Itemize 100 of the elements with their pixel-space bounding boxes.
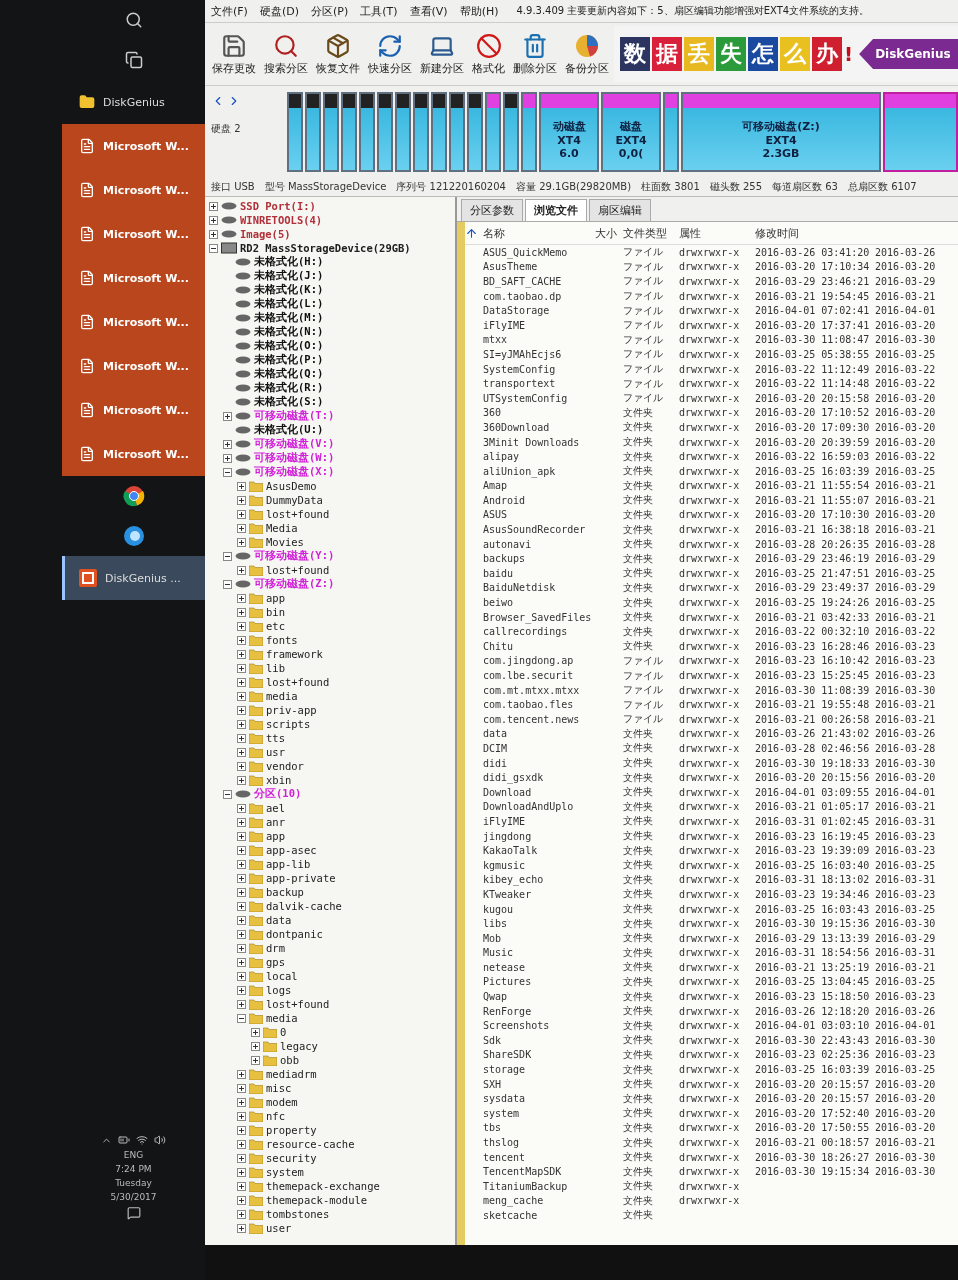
file-name[interactable]: SXH <box>483 1078 595 1090</box>
file-name[interactable]: com.taobao.dp <box>483 290 595 302</box>
tree-item[interactable]: Image(5) <box>240 228 291 240</box>
tree-item[interactable]: misc <box>266 1082 292 1094</box>
expand-icon[interactable] <box>237 663 246 673</box>
collapse-icon[interactable] <box>223 551 232 561</box>
file-name[interactable]: transportext <box>483 378 595 390</box>
file-name[interactable]: 3Minit Downloads <box>483 436 595 448</box>
tree-item[interactable]: 未格式化(J:) <box>254 269 324 283</box>
tab[interactable]: 扇区编辑 <box>589 199 651 221</box>
expand-icon[interactable] <box>237 1139 246 1149</box>
file-name[interactable]: kugou <box>483 903 595 915</box>
toolbar-button[interactable]: 保存更改 <box>209 30 259 78</box>
wifi-icon[interactable] <box>136 1134 148 1146</box>
file-name[interactable]: Screenshots <box>483 1020 595 1032</box>
partition-block[interactable] <box>341 92 357 172</box>
search-icon[interactable] <box>124 11 143 29</box>
taskbar-item[interactable]: Microsoft W... <box>62 300 205 344</box>
expand-icon[interactable] <box>237 747 246 757</box>
expand-icon[interactable] <box>237 775 246 785</box>
tree-item[interactable]: themepack-module <box>266 1194 368 1206</box>
file-name[interactable]: sketcache <box>483 1210 595 1221</box>
file-name[interactable]: Android <box>483 494 595 506</box>
expand-icon[interactable] <box>237 1223 246 1233</box>
file-name[interactable]: backups <box>483 553 595 565</box>
expand-icon[interactable] <box>237 537 246 547</box>
file-name[interactable]: system <box>483 1107 595 1119</box>
toolbar-button[interactable]: 搜索分区 <box>261 30 311 78</box>
file-name[interactable]: Qwap <box>483 991 595 1003</box>
tree-item[interactable]: 未格式化(O:) <box>254 339 324 353</box>
tree-item[interactable]: 分区(10) <box>254 787 302 801</box>
partition-block[interactable] <box>395 92 411 172</box>
file-name[interactable]: com.jingdong.ap <box>483 655 595 667</box>
file-name[interactable]: tbs <box>483 1122 595 1134</box>
tree-item[interactable]: xbin <box>266 774 292 786</box>
file-name[interactable]: jingdong <box>483 830 595 842</box>
tree-item[interactable]: 未格式化(Q:) <box>254 367 324 381</box>
expand-icon[interactable] <box>237 495 246 505</box>
tree-item[interactable]: lost+found <box>266 564 330 576</box>
file-name[interactable]: Amap <box>483 480 595 492</box>
tree-item[interactable]: nfc <box>266 1110 285 1122</box>
tree-item[interactable]: dalvik-cache <box>266 900 342 912</box>
file-name[interactable]: RenForge <box>483 1005 595 1017</box>
tree-item[interactable]: Movies <box>266 536 304 548</box>
partition-block[interactable] <box>431 92 447 172</box>
taskbar-item[interactable]: Microsoft W... <box>62 256 205 300</box>
expand-icon[interactable] <box>237 887 246 897</box>
tree-item[interactable]: lost+found <box>266 508 330 520</box>
taskbar-item[interactable]: Microsoft W... <box>62 344 205 388</box>
expand-icon[interactable] <box>237 761 246 771</box>
tree-item[interactable]: scripts <box>266 718 311 730</box>
tree-item[interactable]: lib <box>266 662 285 674</box>
expand-icon[interactable] <box>237 1083 246 1093</box>
taskbar-item[interactable]: Microsoft W... <box>62 212 205 256</box>
expand-icon[interactable] <box>237 1069 246 1079</box>
tree-item[interactable]: 可移动磁盘(Z:) <box>254 577 335 591</box>
partition-block[interactable]: 磁盘 EXT4 0,0( <box>601 92 661 172</box>
menu-item[interactable]: 帮助(H) <box>459 3 499 19</box>
notification-icon[interactable] <box>126 1206 141 1220</box>
tree-item[interactable]: 未格式化(U:) <box>254 423 324 437</box>
tree-item[interactable]: anr <box>266 816 285 828</box>
expand-icon[interactable] <box>237 929 246 939</box>
up-folder-icon[interactable] <box>465 226 478 240</box>
toolbar-button[interactable]: 删除分区 <box>510 30 560 78</box>
partition-block[interactable] <box>467 92 483 172</box>
file-name[interactable]: com.lbe.securit <box>483 670 595 681</box>
file-name[interactable]: netease <box>483 961 595 973</box>
tree-item[interactable]: mediadrm <box>266 1068 317 1080</box>
expand-icon[interactable] <box>237 593 246 603</box>
file-name[interactable]: Pictures <box>483 976 595 988</box>
file-name[interactable]: didi <box>483 757 595 769</box>
tree-item[interactable]: DummyData <box>266 494 323 506</box>
expand-icon[interactable] <box>237 1181 246 1191</box>
expand-icon[interactable] <box>251 1055 260 1065</box>
file-name[interactable]: KTweaker <box>483 888 595 900</box>
browser-icon[interactable] <box>122 485 145 507</box>
tree-item[interactable]: usr <box>266 746 285 758</box>
partition-block[interactable] <box>323 92 339 172</box>
tree-item[interactable]: obb <box>280 1054 299 1066</box>
partition-block[interactable] <box>449 92 465 172</box>
expand-icon[interactable] <box>237 565 246 575</box>
tree-item[interactable]: app-private <box>266 872 336 884</box>
tree-item[interactable]: RD2 MassStorageDevice(29GB) <box>240 242 411 254</box>
tree-item[interactable]: drm <box>266 942 285 954</box>
file-name[interactable]: callrecordings <box>483 626 595 638</box>
file-name[interactable]: DownloadAndUplo <box>483 801 595 813</box>
expand-icon[interactable] <box>237 1195 246 1205</box>
file-name[interactable]: Music <box>483 947 595 959</box>
header-cell[interactable]: 修改时间 <box>755 225 875 241</box>
file-name[interactable]: ShareSDK <box>483 1049 595 1061</box>
file-name[interactable]: 360Download <box>483 421 595 433</box>
tree-item[interactable]: app-lib <box>266 858 311 870</box>
expand-icon[interactable] <box>237 649 246 659</box>
collapse-icon[interactable] <box>209 243 218 253</box>
tree-item[interactable]: Media <box>266 522 298 534</box>
file-name[interactable]: beiwo <box>483 597 595 609</box>
expand-icon[interactable] <box>237 985 246 995</box>
expand-icon[interactable] <box>237 915 246 925</box>
tree-item[interactable]: system <box>266 1166 304 1178</box>
expand-icon[interactable] <box>237 719 246 729</box>
